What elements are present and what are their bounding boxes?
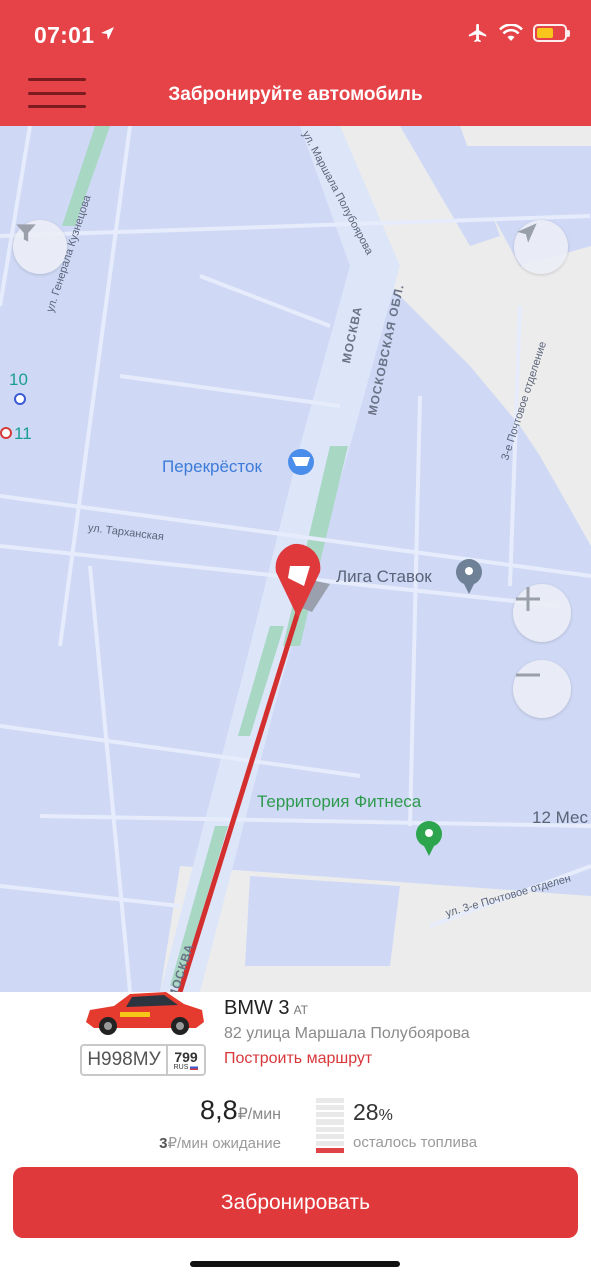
status-time: 07:01 <box>34 22 95 48</box>
top-bar: 07:01 Забронируйте автомобиль <box>0 0 591 126</box>
my-location-button[interactable] <box>514 220 568 274</box>
airplane-icon <box>468 23 487 43</box>
fuel-gauge-segment <box>316 1098 344 1104</box>
fuel-gauge-segment <box>316 1140 344 1146</box>
page-title: Забронируйте автомобиль <box>168 84 423 105</box>
wait-price: 3₽/мин ожидание <box>159 1134 281 1152</box>
plate-region: 799 RUS <box>168 1046 204 1074</box>
plate-number: Н998МУ <box>82 1046 168 1074</box>
car-model: BMW 3 AT <box>224 997 308 1020</box>
book-button[interactable]: Забронировать <box>13 1167 578 1238</box>
wait-unit: ₽/мин ожидание <box>167 1135 281 1152</box>
home-indicator[interactable] <box>190 1261 400 1267</box>
car-model-name: BMW 3 <box>224 997 290 1019</box>
battery-icon <box>533 24 570 42</box>
poi-label-12-mes[interactable]: 12 Мес <box>532 808 588 828</box>
battery-fill <box>537 28 553 38</box>
location-arrow-icon <box>101 27 114 40</box>
fuel-gauge-segment <box>316 1105 344 1111</box>
fuel-gauge-icon <box>316 1098 344 1153</box>
license-plate: Н998МУ 799 RUS <box>80 1044 206 1076</box>
fuel-gauge-segment <box>316 1147 344 1153</box>
metro-label-11: 11 <box>14 424 32 443</box>
metro-label-10: 10 <box>9 370 28 389</box>
price-per-minute: 8,8₽/мин <box>200 1095 281 1126</box>
transmission-label: AT <box>293 1003 309 1017</box>
fuel-gauge-segment <box>316 1126 344 1132</box>
car-info-sheet: Н998МУ 799 RUS BMW 3 AT 82 улица Маршала … <box>0 992 591 1280</box>
map-canvas <box>0 126 591 992</box>
fuel-label: осталось топлива <box>353 1134 478 1151</box>
status-icons <box>467 22 570 44</box>
fuel-percent-value: 28 <box>353 1099 379 1125</box>
plate-region-code: 799 <box>174 1048 198 1065</box>
plus-icon <box>516 587 540 611</box>
fuel-gauge-segment <box>316 1112 344 1118</box>
zoom-in-button[interactable] <box>513 584 571 642</box>
poi-label-liga-stavok[interactable]: Лига Ставок <box>336 567 432 587</box>
build-route-link[interactable]: Построить маршрут <box>224 1050 372 1068</box>
navigation-arrow-icon <box>517 223 537 243</box>
car-image <box>86 992 204 1035</box>
map-view[interactable]: Перекрёсток Лига Ставок Территория Фитне… <box>0 126 591 992</box>
wifi-icon <box>499 24 523 41</box>
price-value: 8,8 <box>200 1095 238 1125</box>
fuel-gauge-segment <box>316 1119 344 1125</box>
fuel-percent: 28% <box>353 1099 393 1126</box>
zoom-out-button[interactable] <box>513 660 571 718</box>
minus-icon <box>516 673 540 677</box>
russia-flag-icon <box>190 1064 199 1070</box>
price-unit: ₽/мин <box>237 1106 281 1123</box>
fuel-gauge-segment <box>316 1133 344 1139</box>
fuel-percent-sign: % <box>378 1107 393 1124</box>
poi-label-perekrestok[interactable]: Перекрёсток <box>162 457 262 477</box>
car-address: 82 улица Маршала Полубоярова <box>224 1025 470 1042</box>
poi-label-fitness[interactable]: Территория Фитнеса <box>257 792 421 812</box>
plate-country: RUS <box>173 1063 189 1071</box>
filter-icon <box>16 224 36 242</box>
